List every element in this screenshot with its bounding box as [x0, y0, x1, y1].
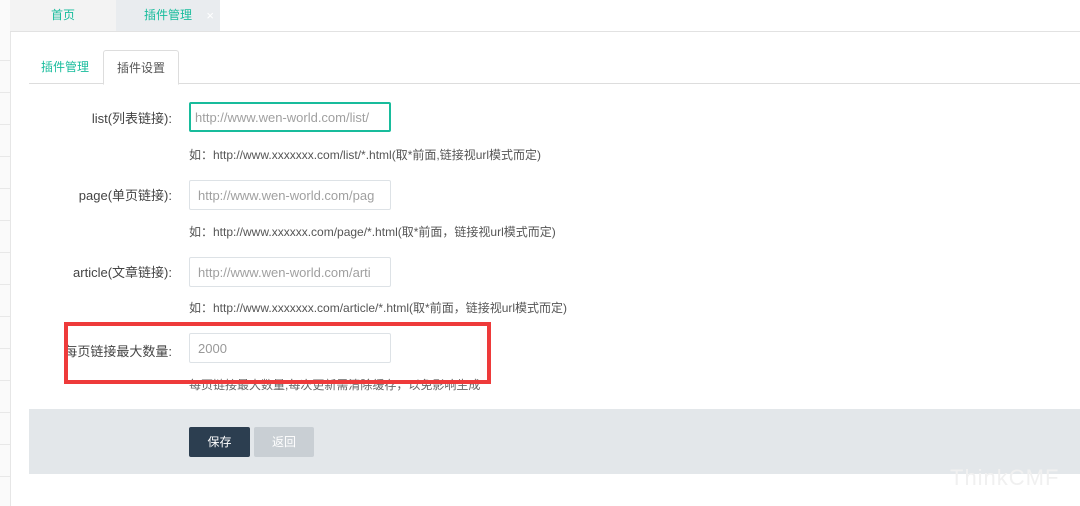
- tab-home-label: 首页: [50, 8, 75, 22]
- article-link-hint: 如：http://www.xxxxxxx.com/article/*.html(…: [189, 301, 568, 315]
- article-link-label: article(文章链接):: [73, 265, 172, 280]
- top-tab-bar: 首页 插件管理 ×: [10, 0, 1080, 32]
- list-link-label: list(列表链接):: [91, 111, 172, 126]
- watermark: ThinkCMF: [950, 465, 1060, 490]
- left-scroll-strip: [0, 0, 11, 506]
- tab-plugin-manage-inner[interactable]: 插件管理: [29, 50, 101, 83]
- tab-plugin-manage[interactable]: 插件管理 ×: [116, 0, 220, 31]
- inner-tab-bar: 插件管理 插件设置: [29, 50, 1080, 85]
- form-action-bar: 保存 返回: [29, 409, 1080, 474]
- tab-home[interactable]: 首页: [10, 0, 116, 31]
- save-button[interactable]: 保存: [189, 427, 250, 457]
- back-button[interactable]: 返回: [254, 427, 314, 457]
- highlight-box: [64, 322, 491, 384]
- tab-plugin-manage-label: 插件管理: [143, 8, 192, 22]
- list-link-hint: 如：http://www.xxxxxxx.com/list/*.html(取*前…: [189, 148, 542, 162]
- list-link-input[interactable]: http://www.wen-world.com/list/: [189, 102, 391, 132]
- page-link-label: page(单页链接):: [78, 188, 172, 203]
- tab-plugin-settings[interactable]: 插件设置: [103, 50, 179, 85]
- page-link-hint: 如：http://www.xxxxxx.com/page/*.html(取*前面…: [189, 225, 556, 239]
- close-icon[interactable]: ×: [206, 0, 214, 31]
- page-link-input[interactable]: http://www.wen-world.com/pag: [189, 180, 391, 210]
- article-link-input[interactable]: http://www.wen-world.com/arti: [189, 257, 391, 287]
